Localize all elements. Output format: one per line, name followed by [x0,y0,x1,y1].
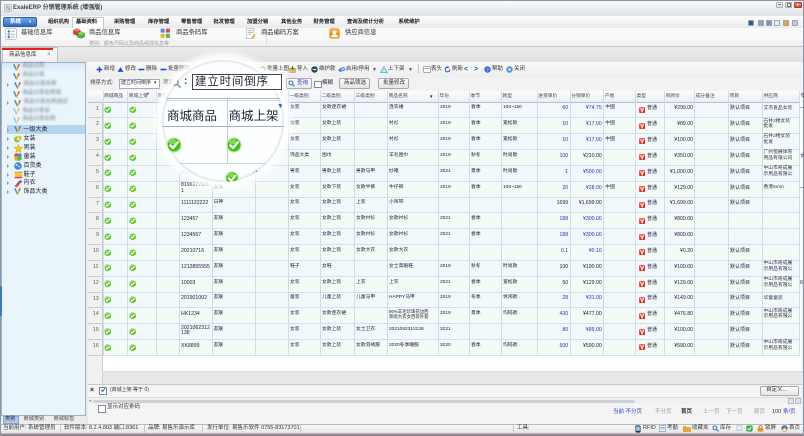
svg-text:?: ? [486,67,489,72]
